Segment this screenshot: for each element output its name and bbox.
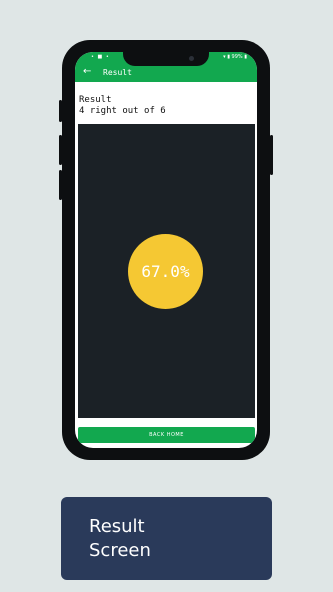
caption-card: Result Screen — [61, 497, 272, 580]
phone-side-button — [59, 100, 62, 122]
phone-side-button — [59, 135, 62, 165]
score-value: 67.0% — [141, 262, 190, 281]
result-heading: Result — [79, 95, 112, 105]
back-home-label: BACK HOME — [149, 432, 184, 438]
result-summary: 4 right out of 6 — [79, 106, 166, 116]
back-home-button[interactable]: BACK HOME — [78, 427, 255, 443]
phone-notch — [123, 52, 209, 66]
score-circle: 67.0% — [128, 234, 203, 309]
result-text-block: Result 4 right out of 6 — [79, 95, 166, 117]
camera-dot — [189, 56, 194, 61]
status-bar-right: ▾ ▮ 99% ▮ — [223, 54, 247, 60]
status-bar-left: • ■ • — [91, 54, 110, 60]
phone-frame: • ■ • ▾ ▮ 99% ▮ ← Result Result 4 right … — [59, 40, 273, 460]
phone-side-button — [59, 170, 62, 200]
arrow-left-icon[interactable]: ← — [83, 67, 91, 77]
page-title: Result — [103, 68, 132, 77]
caption-line-2: Screen — [89, 540, 151, 561]
caption-line-1: Result — [89, 516, 145, 537]
caption-text: Result Screen — [89, 515, 151, 563]
score-panel: 67.0% — [78, 124, 255, 418]
phone-side-button — [270, 135, 273, 175]
phone-screen: • ■ • ▾ ▮ 99% ▮ ← Result Result 4 right … — [75, 52, 257, 448]
